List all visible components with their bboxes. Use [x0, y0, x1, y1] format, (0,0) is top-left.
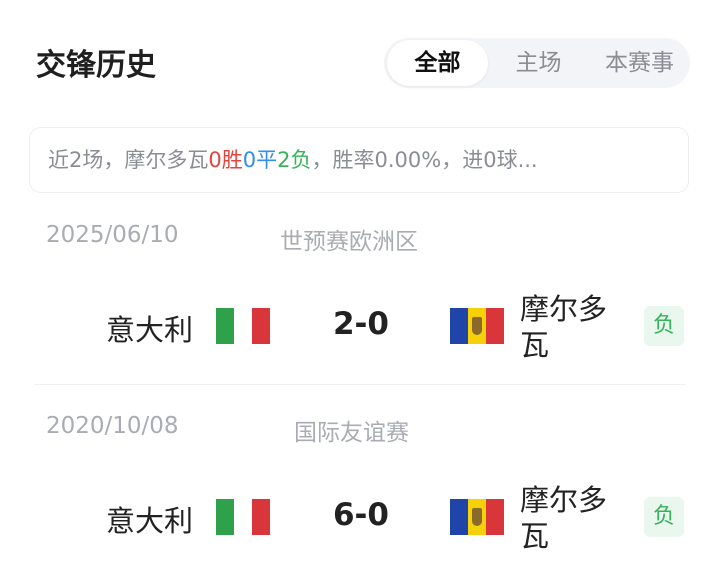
home-team-name: 意大利: [106, 313, 194, 347]
competition-name: 国际友谊赛: [294, 420, 409, 446]
away-team-name: 摩尔多瓦: [520, 483, 608, 553]
summary-prefix: 近2场，摩尔多瓦: [48, 148, 209, 172]
page-title: 交锋历史: [36, 48, 156, 83]
summary-wins: 0胜: [208, 148, 243, 172]
match-date: 2025/06/10: [46, 222, 179, 248]
italy-flag-icon: [216, 308, 270, 344]
result-badge: 负: [644, 306, 684, 346]
tab-all[interactable]: 全部: [387, 40, 488, 86]
tab-this-competition[interactable]: 本赛事: [589, 40, 690, 86]
summary-suffix: ，胜率0.00%，进0球...: [311, 148, 538, 172]
home-team-name: 意大利: [106, 504, 194, 538]
match-score: 6-0: [332, 497, 389, 533]
match-date: 2020/10/08: [46, 413, 179, 439]
moldova-flag-icon: [450, 499, 504, 535]
moldova-flag-icon: [450, 308, 504, 344]
tab-home[interactable]: 主场: [488, 40, 589, 86]
result-badge: 负: [644, 497, 684, 537]
competition-name: 世预赛欧洲区: [280, 229, 418, 255]
summary-draws: 0平: [242, 148, 278, 172]
record-summary: 近2场，摩尔多瓦0胜0平2负，胜率0.00%，进0球...: [29, 127, 689, 193]
divider: [34, 384, 686, 385]
match-score: 2-0: [332, 306, 389, 342]
away-team-name: 摩尔多瓦: [520, 292, 608, 362]
summary-losses: 2负: [277, 148, 312, 172]
italy-flag-icon: [216, 499, 270, 535]
filter-tabs: 全部 主场 本赛事: [384, 38, 690, 88]
